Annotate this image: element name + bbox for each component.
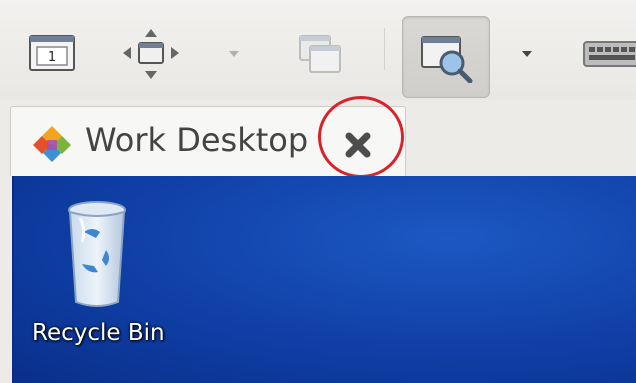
keyboard-icon (583, 41, 636, 67)
toolbar: 1 (0, 0, 636, 100)
tab-work-desktop[interactable]: Work Desktop (10, 106, 406, 176)
move-button[interactable] (118, 26, 184, 82)
recycle-bin-icon (66, 198, 128, 316)
vmware-logo-icon (31, 124, 73, 168)
windows-stack-icon (299, 35, 341, 73)
single-monitor-button[interactable]: 1 (22, 28, 82, 80)
dropdown-arrow-icon (229, 51, 239, 57)
recycle-bin-label: Recycle Bin (32, 320, 165, 346)
recycle-bin-shortcut[interactable]: Recycle Bin (32, 194, 165, 354)
window-zoom-button[interactable] (402, 16, 490, 98)
keyboard-button[interactable] (580, 36, 636, 72)
move-dropdown-button[interactable] (222, 42, 246, 66)
toolbar-separator (384, 28, 385, 70)
window-zoom-icon (421, 36, 473, 83)
tab-bar: Work Desktop (0, 100, 636, 176)
dropdown-arrow-icon (522, 51, 532, 57)
windows-button[interactable] (290, 28, 350, 80)
remote-desktop-area[interactable]: Recycle Bin (12, 176, 636, 383)
zoom-dropdown-button[interactable] (515, 42, 539, 66)
monitor-number: 1 (48, 50, 56, 65)
close-icon[interactable] (343, 130, 373, 164)
single-monitor-icon: 1 (29, 35, 75, 71)
tab-title: Work Desktop (85, 121, 309, 159)
move-arrows-icon (123, 29, 179, 79)
